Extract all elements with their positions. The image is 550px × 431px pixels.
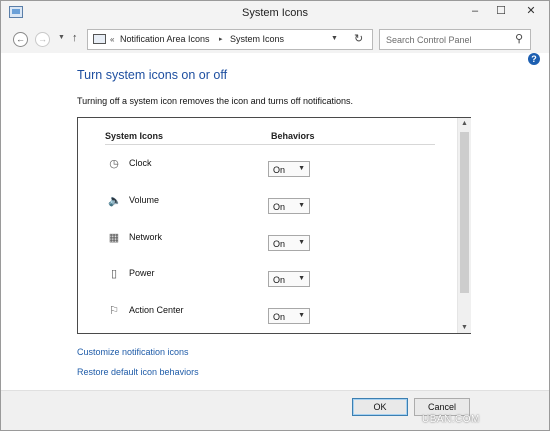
select-value: On (273, 239, 286, 249)
chevron-down-icon: ▼ (298, 275, 305, 282)
system-icons-window: System Icons – ☐ ✕ ← → ▼ ↑ « Notificatio… (0, 0, 550, 431)
maximize-button[interactable]: ☐ (488, 1, 514, 21)
chevron-down-icon: ▼ (298, 312, 305, 319)
customize-notification-icons-link[interactable]: Customize notification icons (77, 347, 189, 357)
flag-icon: ⚐ (109, 305, 119, 317)
column-header-behaviors: Behaviors (271, 131, 315, 141)
select-value: On (273, 202, 286, 212)
refresh-icon[interactable]: ↻ (354, 32, 363, 45)
list-item: ▯ Power On ▼ (78, 266, 458, 296)
search-placeholder: Search Control Panel (386, 35, 472, 45)
page-title: Turn system icons on or off (77, 68, 228, 82)
search-icon[interactable]: ⚲ (515, 32, 523, 45)
minimize-button[interactable]: – (462, 1, 488, 21)
breadcrumb-system-icons[interactable]: System Icons (230, 34, 284, 44)
volume-icon: 🔈 (108, 195, 122, 207)
column-header-system-icons: System Icons (105, 131, 164, 141)
ok-button[interactable]: OK (352, 398, 408, 416)
breadcrumb-notification-area-icons[interactable]: Notification Area Icons (120, 34, 210, 44)
header-divider (105, 144, 435, 145)
forward-button[interactable]: → (35, 32, 50, 47)
scrollbar-thumb[interactable] (460, 132, 469, 293)
title-bar: System Icons – ☐ ✕ (1, 1, 549, 25)
help-icon[interactable]: ? (528, 53, 540, 65)
clock-icon: ◷ (109, 158, 119, 170)
scroll-up-icon[interactable]: ▲ (458, 120, 471, 127)
scroll-down-icon[interactable]: ▼ (458, 324, 471, 331)
chevron-down-icon: ▼ (298, 165, 305, 172)
address-bar[interactable]: « Notification Area Icons ▸ System Icons… (87, 29, 373, 50)
recent-locations-dropdown-icon[interactable]: ▼ (58, 34, 65, 41)
list-item: ◷ Clock On ▼ (78, 156, 458, 186)
up-arrow-icon[interactable]: ↑ (72, 32, 78, 44)
select-value: On (273, 275, 286, 285)
row-label-network: Network (129, 232, 163, 242)
row-label-power: Power (129, 268, 155, 278)
chevron-down-icon: ▼ (298, 202, 305, 209)
select-value: On (273, 165, 286, 175)
restore-default-behaviors-link[interactable]: Restore default icon behaviors (77, 367, 199, 377)
power-icon: ▯ (110, 268, 118, 280)
search-input[interactable]: Search Control Panel ⚲ (379, 29, 531, 50)
behavior-select-power[interactable]: On ▼ (268, 271, 310, 287)
back-button[interactable]: ← (13, 32, 28, 47)
row-label-action-center: Action Center (129, 305, 184, 315)
network-icon: ▦ (108, 232, 120, 244)
system-icons-list: System Icons Behaviors ◷ Clock On ▼ 🔈 Vo… (77, 117, 471, 334)
row-label-clock: Clock (129, 158, 152, 168)
list-item: 🔈 Volume On ▼ (78, 193, 458, 223)
vertical-scrollbar[interactable]: ▲ ▼ (457, 118, 471, 333)
page-description: Turning off a system icon removes the ic… (77, 96, 353, 106)
list-item: ⚐ Action Center On ▼ (78, 303, 458, 333)
list-item: ▦ Network On ▼ (78, 230, 458, 260)
breadcrumb-separator-icon[interactable]: ▸ (219, 35, 223, 43)
behavior-select-volume[interactable]: On ▼ (268, 198, 310, 214)
address-dropdown-icon[interactable]: ▼ (331, 35, 338, 42)
chevron-down-icon: ▼ (298, 239, 305, 246)
behavior-select-action-center[interactable]: On ▼ (268, 308, 310, 324)
close-button[interactable]: ✕ (514, 1, 548, 21)
navigation-bar: ← → ▼ ↑ « Notification Area Icons ▸ Syst… (1, 25, 549, 53)
behavior-select-clock[interactable]: On ▼ (268, 161, 310, 177)
site-watermark: UBAN.COM (422, 414, 480, 425)
behavior-select-network[interactable]: On ▼ (268, 235, 310, 251)
chevron-left-icon[interactable]: « (110, 35, 114, 44)
select-value: On (273, 312, 286, 322)
row-label-volume: Volume (129, 195, 160, 205)
control-panel-icon (93, 34, 106, 44)
